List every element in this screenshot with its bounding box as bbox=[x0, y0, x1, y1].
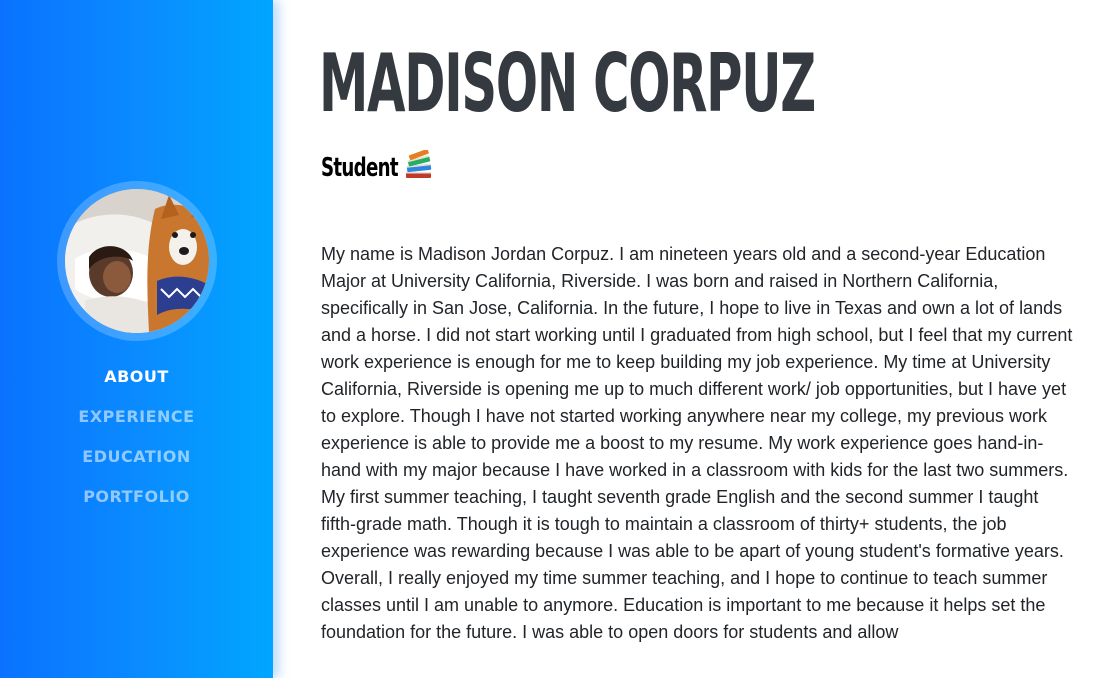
books-emoji-icon bbox=[403, 149, 433, 180]
page-title: MADISON CORPUZ bbox=[319, 37, 816, 130]
avatar bbox=[65, 189, 209, 333]
nav-item-education: EDUCATION bbox=[0, 444, 273, 484]
avatar-photo bbox=[65, 189, 209, 333]
nav-link-experience[interactable]: EXPERIENCE bbox=[0, 404, 273, 444]
sidebar-nav: ABOUT EXPERIENCE EDUCATION PORTFOLIO bbox=[0, 364, 273, 524]
subtitle-text: Student bbox=[321, 153, 399, 183]
nav-item-experience: EXPERIENCE bbox=[0, 404, 273, 444]
avatar-ring bbox=[57, 181, 217, 341]
nav-link-portfolio[interactable]: PORTFOLIO bbox=[0, 484, 273, 524]
sidebar: ABOUT EXPERIENCE EDUCATION PORTFOLIO bbox=[0, 0, 273, 678]
nav-link-education[interactable]: EDUCATION bbox=[0, 444, 273, 484]
nav-link-about[interactable]: ABOUT bbox=[0, 364, 273, 404]
subtitle: Student bbox=[321, 148, 433, 188]
about-bio: My name is Madison Jordan Corpuz. I am n… bbox=[321, 244, 1073, 642]
nav-item-about: ABOUT bbox=[0, 364, 273, 404]
nav-item-portfolio: PORTFOLIO bbox=[0, 484, 273, 524]
